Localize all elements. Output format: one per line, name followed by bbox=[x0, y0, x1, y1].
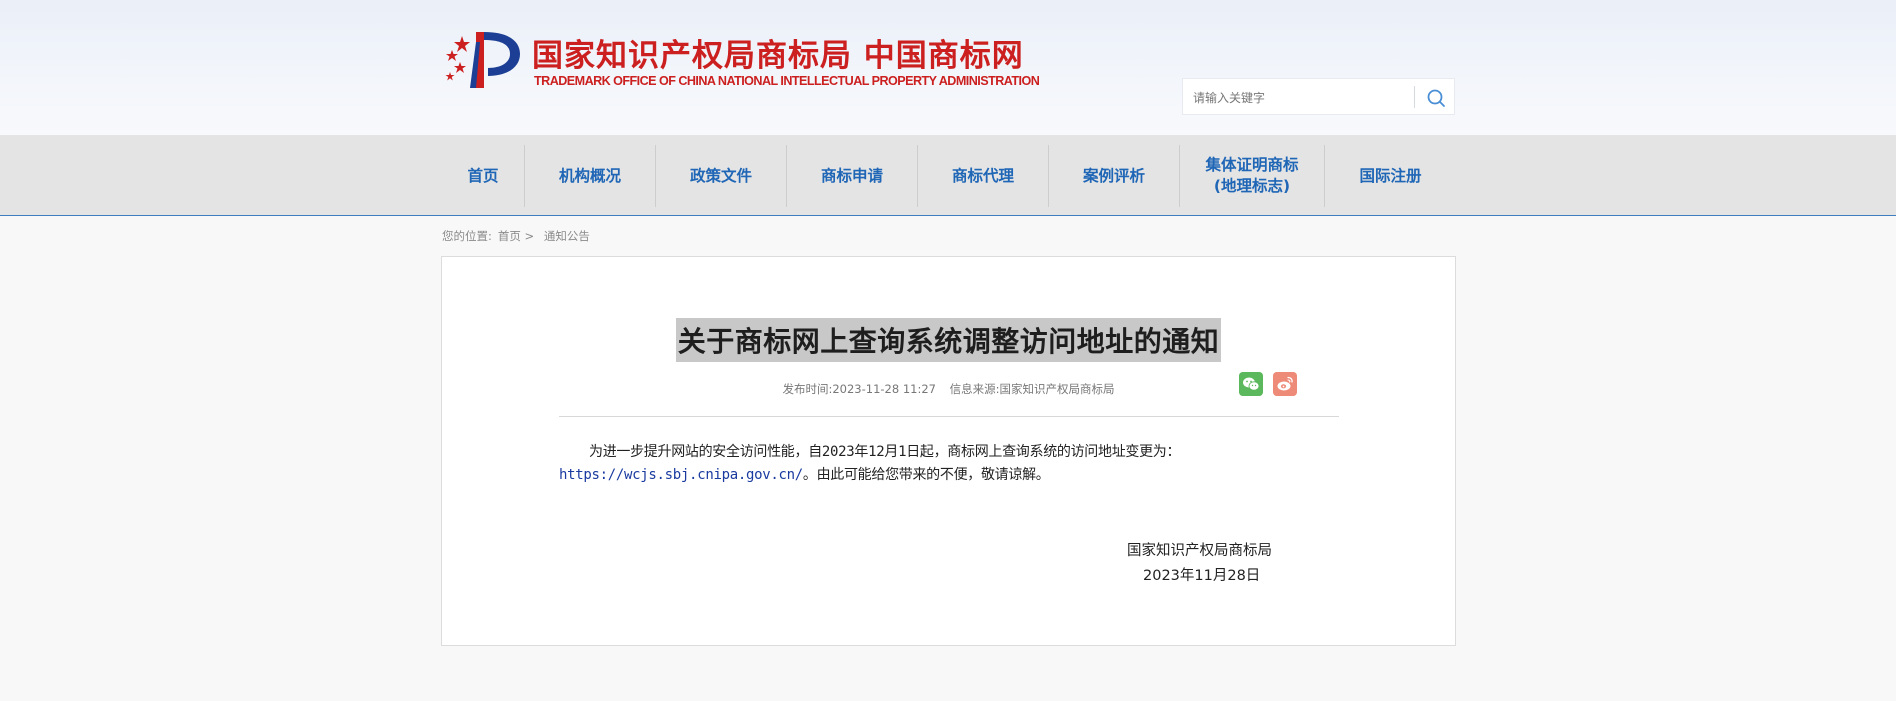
nav-item-agency[interactable]: 商标代理 bbox=[918, 145, 1049, 207]
nav-label: 国际注册 bbox=[1359, 166, 1422, 185]
signature-date: 2023年11月28日 bbox=[1143, 568, 1261, 584]
article-title: 关于商标网上查询系统调整访问地址的通知 bbox=[675, 318, 1222, 362]
nav-item-cases[interactable]: 案例评析 bbox=[1049, 145, 1180, 207]
source-value: 国家知识产权局商标局 bbox=[999, 382, 1115, 396]
publish-time: 2023-11-28 11:27 bbox=[832, 382, 936, 396]
nav-label-line1: 集体证明商标 bbox=[1205, 156, 1299, 174]
nav-item-policy[interactable]: 政策文件 bbox=[656, 145, 787, 207]
search-input[interactable] bbox=[1191, 85, 1385, 111]
main-nav: 首页 机构概况 政策文件 商标申请 商标代理 案例评析 集体证明商标 (地理标志… bbox=[0, 135, 1896, 216]
breadcrumb-current-link[interactable]: 通知公告 bbox=[544, 229, 590, 243]
site-header: 国家知识产权局商标局 中国商标网 TRADEMARK OFFICE OF CHI… bbox=[0, 0, 1896, 135]
nav-item-collective-marks[interactable]: 集体证明商标 (地理标志) bbox=[1180, 145, 1325, 207]
nav-label: 商标代理 bbox=[951, 166, 1014, 185]
nav-item-international[interactable]: 国际注册 bbox=[1325, 145, 1456, 207]
source-label: 信息来源: bbox=[949, 382, 1000, 396]
site-logo[interactable]: 国家知识产权局商标局 中国商标网 TRADEMARK OFFICE OF CHI… bbox=[440, 28, 1040, 98]
logo-title-en: TRADEMARK OFFICE OF CHINA NATIONAL INTEL… bbox=[534, 74, 1040, 88]
article-divider bbox=[559, 416, 1339, 417]
body-text-after: 。由此可能给您带来的不便，敬请谅解。 bbox=[802, 467, 1050, 483]
article-card: 关于商标网上查询系统调整访问地址的通知 发布时间:2023-11-28 11:2… bbox=[441, 256, 1456, 646]
breadcrumb-prefix: 您的位置: bbox=[442, 229, 492, 243]
nav-label-line2: (地理标志) bbox=[1213, 177, 1291, 195]
nav-item-about[interactable]: 机构概况 bbox=[525, 145, 656, 207]
nav-label: 首页 bbox=[467, 166, 499, 185]
body-url[interactable]: https://wcjs.sbj.cnipa.gov.cn/ bbox=[559, 467, 803, 483]
body-text-before: 为进一步提升网站的安全访问性能，自2023年12月1日起，商标网上查询系统的访问… bbox=[589, 444, 1181, 460]
publish-time-label: 发布时间: bbox=[782, 382, 833, 396]
breadcrumb: 您的位置: 首页 > 通知公告 bbox=[442, 228, 590, 244]
logo-title-cn: 国家知识产权局商标局 中国商标网 bbox=[532, 38, 1024, 74]
breadcrumb-separator: > bbox=[524, 229, 535, 243]
nav-label: 案例评析 bbox=[1082, 166, 1145, 185]
nav-label: 政策文件 bbox=[689, 166, 752, 185]
signature-org: 国家知识产权局商标局 bbox=[1127, 543, 1272, 559]
article-body: 为进一步提升网站的安全访问性能，自2023年12月1日起，商标网上查询系统的访问… bbox=[559, 441, 1341, 487]
weibo-share-icon[interactable] bbox=[1273, 372, 1297, 396]
search-divider bbox=[1414, 86, 1415, 108]
nav-item-application[interactable]: 商标申请 bbox=[787, 145, 918, 207]
search-icon[interactable] bbox=[1423, 85, 1449, 111]
nav-item-home[interactable]: 首页 bbox=[442, 145, 525, 207]
logo-emblem-icon bbox=[445, 32, 520, 88]
nav-label: 机构概况 bbox=[558, 166, 621, 185]
wechat-share-icon[interactable] bbox=[1239, 372, 1263, 396]
search-box bbox=[1182, 78, 1455, 115]
nav-label: 商标申请 bbox=[820, 166, 883, 185]
breadcrumb-home-link[interactable]: 首页 bbox=[498, 229, 521, 243]
article-meta: 发布时间:2023-11-28 11:27 信息来源:国家知识产权局商标局 bbox=[442, 381, 1455, 397]
